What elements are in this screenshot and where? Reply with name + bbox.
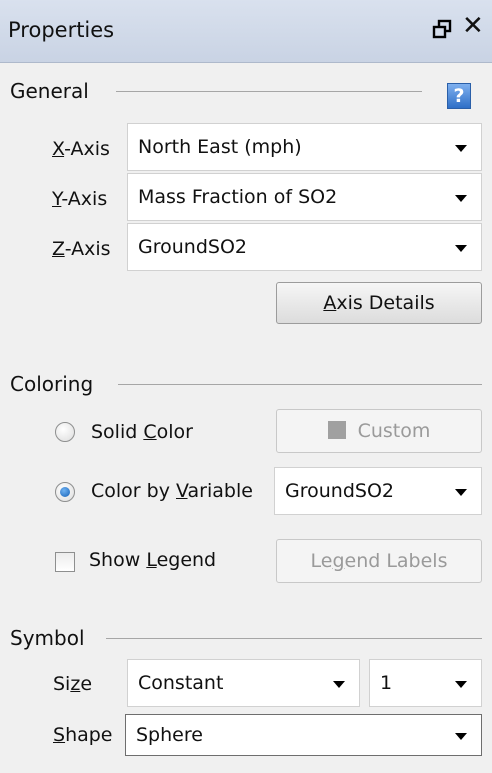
section-title-symbol: Symbol bbox=[10, 626, 85, 650]
color-by-variable-rest: ariable bbox=[187, 480, 253, 502]
axis-details-mnemonic: A bbox=[323, 292, 337, 314]
show-legend-checkbox[interactable] bbox=[55, 552, 75, 572]
size-label-prefix: Si bbox=[53, 673, 71, 695]
z-axis-label-rest: -Axis bbox=[64, 238, 111, 260]
y-axis-label: Y-Axis bbox=[52, 188, 107, 210]
color-variable-value: GroundSO2 bbox=[285, 480, 394, 502]
section-divider-symbol bbox=[106, 638, 482, 639]
show-legend-label[interactable]: Show Legend bbox=[89, 549, 216, 571]
y-axis-label-rest: -Axis bbox=[61, 188, 108, 210]
chevron-down-icon bbox=[333, 681, 345, 688]
solid-color-radio[interactable] bbox=[55, 422, 75, 442]
x-axis-select[interactable]: North East (mph) bbox=[127, 123, 482, 171]
axis-details-button[interactable]: Axis Details bbox=[276, 282, 482, 324]
properties-panel: General ? X-Axis North East (mph) Y-Axis… bbox=[0, 63, 492, 773]
help-icon-glyph: ? bbox=[453, 85, 465, 107]
chevron-down-icon bbox=[455, 145, 467, 152]
z-axis-value: GroundSO2 bbox=[138, 236, 247, 258]
legend-labels-rest: end Labels bbox=[344, 550, 448, 572]
chevron-down-icon bbox=[455, 489, 467, 496]
shape-label-rest: hape bbox=[65, 724, 113, 746]
section-divider-general bbox=[116, 91, 422, 92]
solid-color-prefix: Solid bbox=[91, 421, 144, 443]
y-axis-value: Mass Fraction of SO2 bbox=[138, 186, 338, 208]
custom-color-button[interactable]: Custom bbox=[276, 409, 482, 453]
color-variable-select[interactable]: GroundSO2 bbox=[274, 467, 482, 515]
y-axis-select[interactable]: Mass Fraction of SO2 bbox=[127, 173, 482, 221]
color-by-variable-label[interactable]: Color by Variable bbox=[91, 480, 253, 502]
z-axis-select[interactable]: GroundSO2 bbox=[127, 223, 482, 271]
axis-details-label-rest: xis Details bbox=[336, 292, 435, 314]
shape-select[interactable]: Sphere bbox=[125, 714, 482, 756]
show-legend-rest: egend bbox=[156, 549, 217, 571]
panel-title: Properties bbox=[8, 18, 115, 42]
chevron-down-icon bbox=[455, 195, 467, 202]
show-legend-prefix: Show bbox=[89, 549, 147, 571]
show-legend-mnemonic: L bbox=[146, 549, 157, 571]
x-axis-label-mnemonic: X bbox=[52, 138, 65, 160]
size-label-mnemonic: z bbox=[70, 673, 81, 695]
size-mode-select[interactable]: Constant bbox=[127, 659, 360, 707]
x-axis-label: X-Axis bbox=[52, 138, 110, 160]
legend-labels-button[interactable]: Legend Labels bbox=[276, 539, 482, 583]
legend-labels-mnemonic: g bbox=[332, 550, 345, 572]
close-icon[interactable]: ✕ bbox=[462, 13, 484, 39]
chevron-down-icon bbox=[455, 681, 467, 688]
x-axis-label-rest: -Axis bbox=[64, 138, 110, 160]
z-axis-label: Z-Axis bbox=[52, 238, 111, 260]
section-title-coloring: Coloring bbox=[10, 372, 94, 396]
size-label-rest: e bbox=[80, 673, 93, 695]
y-axis-label-mnemonic: Y bbox=[52, 188, 62, 210]
section-divider-coloring bbox=[118, 384, 482, 385]
float-window-icon[interactable] bbox=[430, 17, 454, 41]
color-by-variable-radio[interactable] bbox=[55, 482, 75, 502]
size-value-select[interactable]: 1 bbox=[369, 659, 482, 707]
shape-value: Sphere bbox=[136, 724, 203, 746]
custom-color-label: Custom bbox=[357, 420, 431, 442]
size-mode-value: Constant bbox=[138, 672, 224, 694]
size-value: 1 bbox=[380, 672, 393, 694]
solid-color-mnemonic: C bbox=[143, 421, 157, 443]
x-axis-value: North East (mph) bbox=[138, 136, 302, 158]
legend-labels-prefix: Le bbox=[310, 550, 333, 572]
shape-label: Shape bbox=[53, 724, 113, 746]
chevron-down-icon bbox=[455, 733, 467, 740]
color-by-variable-prefix: Color by bbox=[91, 480, 176, 502]
color-by-variable-mnemonic: V bbox=[176, 480, 188, 502]
help-icon[interactable]: ? bbox=[447, 83, 471, 109]
section-title-general: General bbox=[10, 79, 89, 103]
size-label: Size bbox=[53, 673, 92, 695]
color-swatch-icon bbox=[327, 421, 346, 439]
chevron-down-icon bbox=[455, 245, 467, 252]
shape-label-mnemonic: S bbox=[53, 724, 66, 746]
solid-color-rest: olor bbox=[156, 421, 193, 443]
solid-color-label[interactable]: Solid Color bbox=[91, 421, 193, 443]
panel-titlebar: Properties ✕ bbox=[0, 0, 492, 63]
z-axis-label-mnemonic: Z bbox=[52, 238, 65, 260]
